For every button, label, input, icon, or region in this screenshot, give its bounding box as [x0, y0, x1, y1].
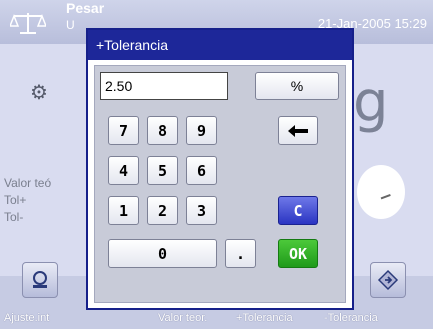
footer-label-tol-plus: +Tolerancia — [236, 312, 293, 324]
dialog-title: +Tolerancia — [88, 30, 352, 60]
settings-gear-icon[interactable]: ⚙ — [30, 80, 48, 105]
key-1[interactable]: 1 — [108, 196, 139, 225]
adjust-icon — [33, 271, 47, 288]
key-7[interactable]: 7 — [108, 116, 139, 145]
ok-button[interactable]: OK — [278, 239, 318, 268]
forward-arrow-icon — [377, 269, 399, 291]
weight-unit-char: g — [353, 70, 389, 135]
footer-label-adjust: Ajuste.int — [4, 312, 50, 324]
key-2[interactable]: 2 — [147, 196, 178, 225]
value-input-field[interactable]: 2.50 — [100, 72, 228, 100]
tolerance-dialog: +Tolerancia 2.50 % 7 8 9 4 5 6 1 2 3 C 0… — [86, 28, 354, 310]
key-3[interactable]: 3 — [186, 196, 217, 225]
balance-scale-icon — [10, 13, 46, 34]
numeric-keypad-panel: 2.50 % 7 8 9 4 5 6 1 2 3 C 0 . OK — [94, 65, 346, 303]
key-decimal-point[interactable]: . — [225, 239, 256, 268]
backspace-key[interactable] — [278, 116, 318, 145]
tol-plus-label: Tol+ — [4, 193, 27, 207]
footer-label-tol-minus: -Tolerancia — [324, 312, 378, 324]
key-4[interactable]: 4 — [108, 156, 139, 185]
left-arrow-icon — [288, 124, 308, 137]
footer-label-target: Valor teor. — [158, 312, 208, 324]
background-subtitle: U — [66, 18, 75, 32]
key-0[interactable]: 0 — [108, 239, 217, 268]
key-6[interactable]: 6 — [186, 156, 217, 185]
target-value-label: Valor teó — [4, 176, 52, 190]
key-8[interactable]: 8 — [147, 116, 178, 145]
clear-key[interactable]: C — [278, 196, 318, 225]
next-function-button[interactable] — [370, 262, 406, 298]
unit-percent-button[interactable]: % — [255, 72, 339, 100]
background-title: Pesar — [66, 0, 105, 16]
internal-adjust-button[interactable] — [22, 262, 58, 298]
key-5[interactable]: 5 — [147, 156, 178, 185]
tol-minus-label: Tol- — [4, 210, 24, 224]
key-9[interactable]: 9 — [186, 116, 217, 145]
